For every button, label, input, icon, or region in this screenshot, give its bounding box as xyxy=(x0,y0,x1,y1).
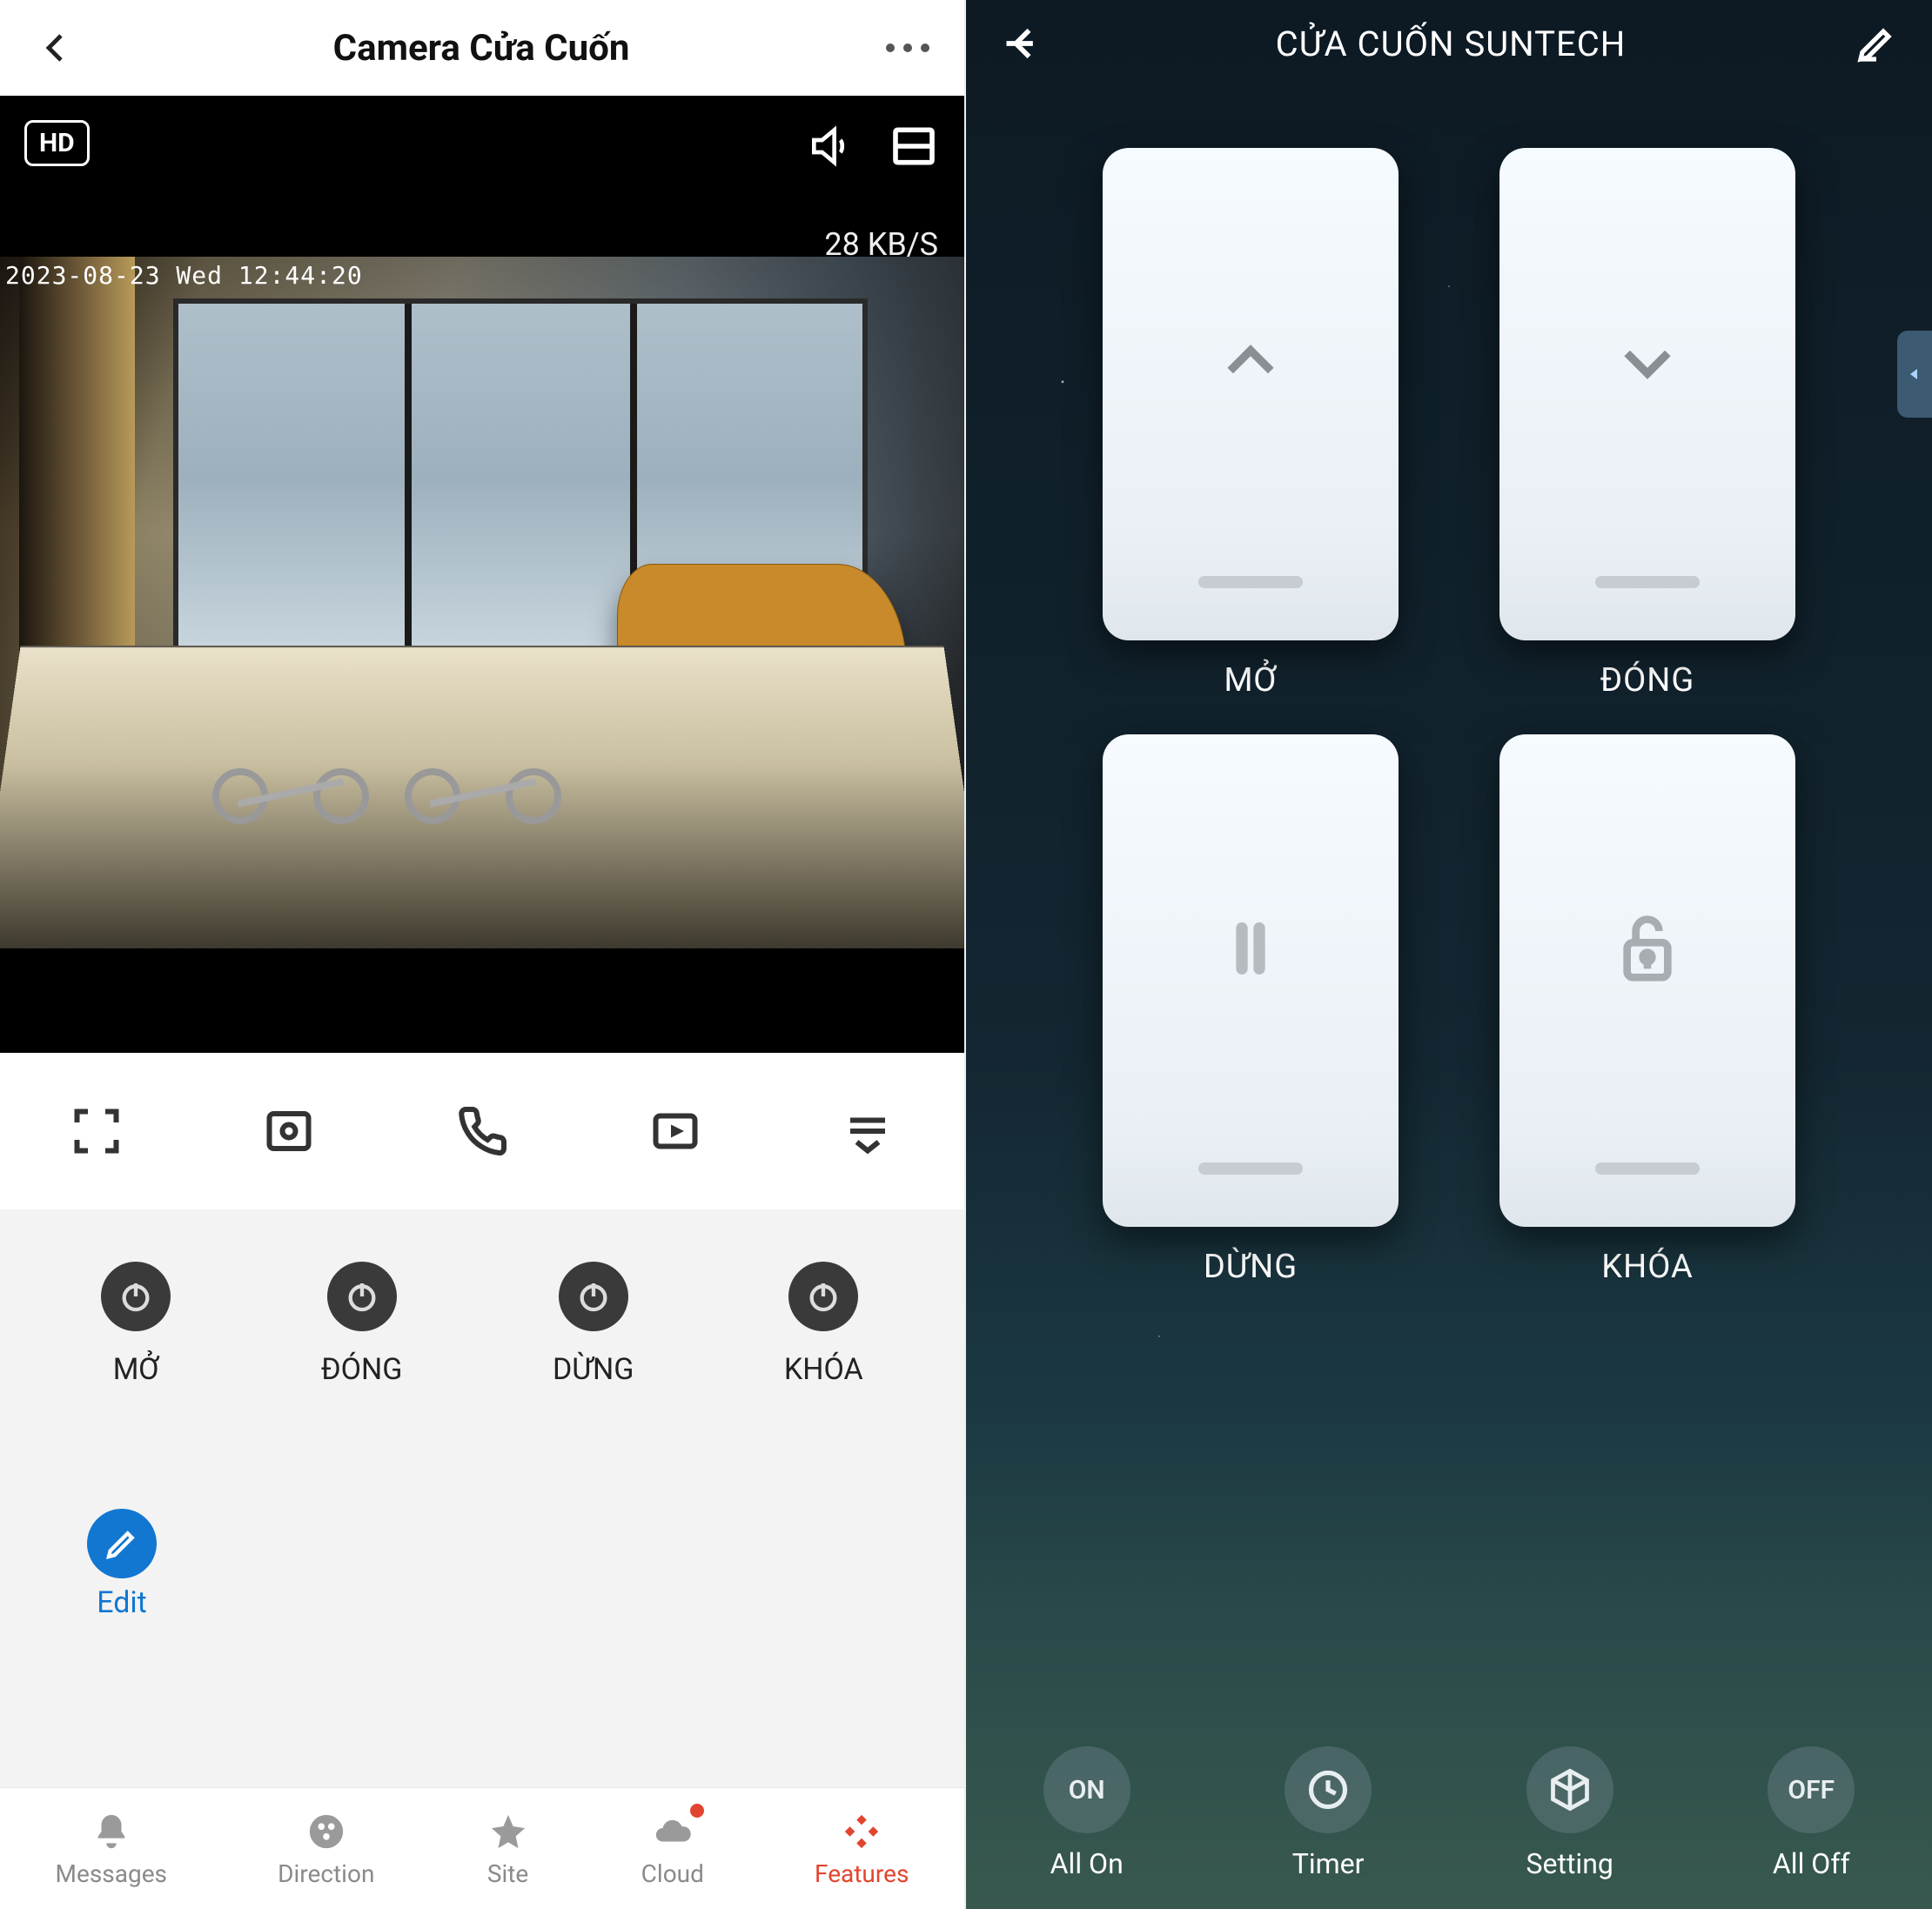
page-title: CỬA CUỐN SUNTECH xyxy=(1276,23,1627,64)
side-drawer-handle[interactable] xyxy=(1897,331,1932,418)
pause-icon xyxy=(1216,734,1285,1162)
close-card-button[interactable] xyxy=(1499,148,1795,640)
clock-icon xyxy=(1285,1746,1372,1833)
feature-stop-button[interactable]: DỪNG xyxy=(553,1262,634,1387)
setting-button[interactable]: Setting xyxy=(1526,1746,1613,1880)
menu-icon[interactable] xyxy=(840,1103,896,1159)
record-icon[interactable] xyxy=(647,1103,703,1159)
back-button[interactable] xyxy=(1001,21,1046,66)
tab-direction[interactable]: Direction xyxy=(278,1809,374,1888)
off-text-icon: OFF xyxy=(1768,1746,1855,1833)
camera-app-screen: Camera Cửa Cuốn HD 28 KB/S 2023-08-23 We… xyxy=(0,0,966,1909)
tab-cloud[interactable]: Cloud xyxy=(641,1809,704,1888)
snapshot-icon[interactable] xyxy=(261,1103,317,1159)
pencil-icon xyxy=(87,1509,157,1578)
power-icon xyxy=(327,1262,397,1331)
tab-site[interactable]: Site xyxy=(486,1809,531,1888)
chevron-down-icon xyxy=(1613,148,1682,576)
power-icon xyxy=(559,1262,628,1331)
page-title: Camera Cửa Cuốn xyxy=(333,27,630,70)
bell-icon xyxy=(89,1809,134,1854)
all-on-button[interactable]: ON All On xyxy=(1043,1746,1130,1880)
video-toolbar xyxy=(0,1053,964,1209)
edit-button[interactable]: Edit xyxy=(87,1509,157,1618)
lock-card-button[interactable] xyxy=(1499,734,1795,1227)
edit-button[interactable] xyxy=(1855,23,1897,64)
timer-button[interactable]: Timer xyxy=(1285,1746,1372,1880)
power-icon xyxy=(788,1262,858,1331)
osd-timestamp: 2023-08-23 Wed 12:44:20 xyxy=(0,261,363,290)
left-header: Camera Cửa Cuốn xyxy=(0,0,964,96)
more-button[interactable] xyxy=(886,44,929,52)
star-icon xyxy=(486,1809,531,1854)
features-panel: MỞ ĐÓNG DỪNG KHÓA Edit xyxy=(0,1209,964,1787)
sound-icon[interactable] xyxy=(806,122,855,171)
call-icon[interactable] xyxy=(454,1103,510,1159)
chevron-up-icon xyxy=(1216,148,1285,576)
bottom-tabbar: Messages Direction Site Cloud Features xyxy=(0,1787,964,1909)
video-player[interactable]: HD 28 KB/S 2023-08-23 Wed 12:44:20 xyxy=(0,96,964,1053)
bottom-toolbar: ON All On Timer Setting OFF All Off xyxy=(966,1718,1932,1909)
power-icon xyxy=(101,1262,171,1331)
directions-icon xyxy=(304,1809,349,1854)
control-grid: MỞ ĐÓNG DỪNG KHÓA xyxy=(966,87,1932,1347)
fullscreen-icon[interactable] xyxy=(69,1103,124,1159)
all-off-button[interactable]: OFF All Off xyxy=(1768,1746,1855,1880)
cloud-icon xyxy=(650,1809,695,1854)
apps-icon xyxy=(839,1809,884,1854)
feature-open-button[interactable]: MỞ xyxy=(101,1262,171,1387)
open-card-button[interactable] xyxy=(1103,148,1399,640)
tab-features[interactable]: Features xyxy=(815,1809,909,1888)
tab-messages[interactable]: Messages xyxy=(56,1809,167,1888)
bitrate-label: 28 KB/S xyxy=(824,226,938,263)
camera-feed xyxy=(0,257,964,948)
on-text-icon: ON xyxy=(1043,1746,1130,1833)
remote-app-screen: CỬA CUỐN SUNTECH MỞ ĐÓNG DỪNG xyxy=(966,0,1932,1909)
hd-badge[interactable]: HD xyxy=(24,120,90,166)
split-view-icon[interactable] xyxy=(889,122,938,171)
feature-lock-button[interactable]: KHÓA xyxy=(784,1262,863,1387)
right-header: CỬA CUỐN SUNTECH xyxy=(966,0,1932,87)
back-button[interactable] xyxy=(35,27,77,69)
unlock-icon xyxy=(1613,734,1682,1162)
feature-close-button[interactable]: ĐÓNG xyxy=(321,1262,403,1387)
cube-icon xyxy=(1526,1746,1613,1833)
stop-card-button[interactable] xyxy=(1103,734,1399,1227)
